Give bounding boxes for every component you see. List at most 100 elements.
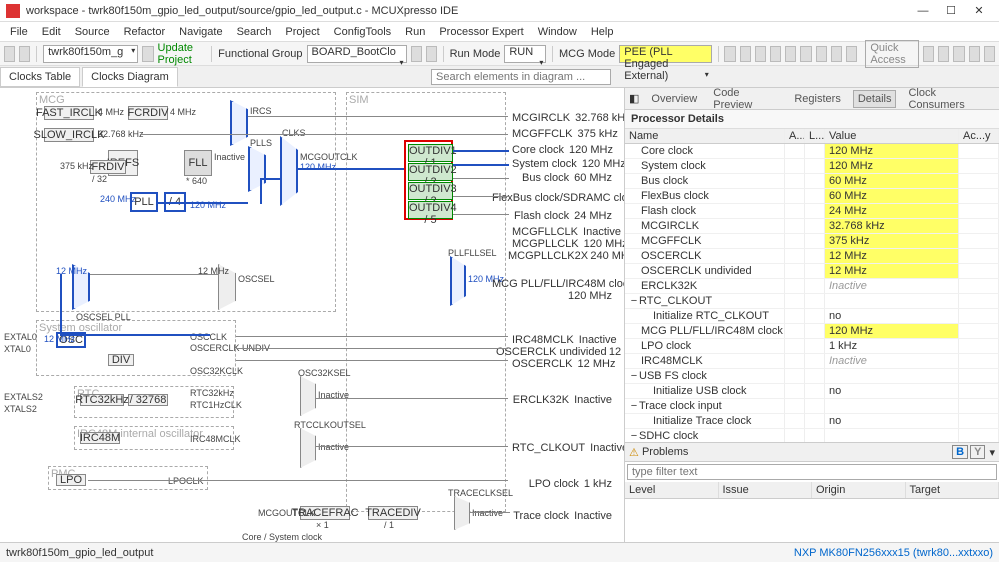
nav-code[interactable]: Code Preview [709, 85, 782, 113]
menu-source[interactable]: Source [69, 24, 116, 40]
block-fast-irclk[interactable]: FAST_IRCLK [44, 106, 94, 120]
table-row[interactable]: −USB FS clock [625, 369, 999, 384]
table-row[interactable]: FlexBus clock60 MHz [625, 189, 999, 204]
expand-icon[interactable]: − [629, 400, 639, 412]
fgroup-combo[interactable]: BOARD_BootClo [307, 45, 407, 63]
problems-btn-y[interactable]: Y [970, 445, 985, 459]
nav-consumers[interactable]: Clock Consumers [904, 85, 995, 113]
nav-details[interactable]: Details [853, 90, 897, 108]
menu-project[interactable]: Project [279, 24, 325, 40]
expand-icon[interactable]: − [629, 370, 639, 382]
toolbar-btn[interactable] [800, 46, 811, 62]
toolbar-btn[interactable] [846, 46, 857, 62]
project-combo[interactable]: twrk80f150m_g [43, 45, 138, 63]
toolbar-btn[interactable] [411, 46, 422, 62]
quick-access[interactable]: Quick Access [865, 40, 919, 68]
menu-file[interactable]: File [4, 24, 34, 40]
main-area: MCG SIM FAST_IRCLK 4 MHz FCRDIV 4 MHz SL… [0, 88, 999, 542]
toolbar-btn[interactable] [426, 46, 437, 62]
close-button[interactable]: ✕ [965, 4, 993, 17]
block-slow-irclk[interactable]: SLOW_IRCLK [44, 128, 94, 142]
perspective-btn[interactable] [969, 46, 980, 62]
diagram-search[interactable] [431, 69, 611, 85]
minimize-button[interactable]: — [909, 5, 937, 17]
expand-icon[interactable]: − [629, 295, 639, 307]
block-fll[interactable]: FLL [184, 150, 212, 176]
runmode-combo[interactable]: RUN [504, 45, 546, 63]
toolbar-btn[interactable] [770, 46, 781, 62]
table-row[interactable]: Flash clock24 MHz [625, 204, 999, 219]
menu-help[interactable]: Help [585, 24, 620, 40]
nav-overview[interactable]: Overview [647, 91, 701, 107]
mcgmode-combo[interactable]: PEE (PLL Engaged External) [619, 45, 711, 63]
toolbar-btn[interactable] [19, 46, 30, 62]
menu-window[interactable]: Window [532, 24, 583, 40]
outdiv3[interactable]: OUTDIV3/ 2 [408, 182, 453, 200]
status-left: twrk80f150m_gpio_led_output [6, 547, 153, 559]
outdiv1[interactable]: OUTDIV1/ 1 [408, 144, 453, 162]
details-table[interactable]: Name A... L... Value Ac...y Core clock12… [625, 129, 999, 442]
table-row[interactable]: −Trace clock input [625, 399, 999, 414]
table-row[interactable]: MCG PLL/FLL/IRC48M clock120 MHz [625, 324, 999, 339]
mux-rtcclkoutsel[interactable] [300, 428, 316, 468]
block-div[interactable]: DIV [108, 354, 134, 366]
table-row[interactable]: Initialize USB clockno [625, 384, 999, 399]
mux-osc32ksel[interactable] [300, 376, 316, 416]
table-row[interactable]: −RTC_CLKOUT [625, 294, 999, 309]
maximize-button[interactable]: ☐ [937, 4, 965, 17]
block-lpo[interactable]: LPO [56, 474, 86, 486]
toolbar-btn[interactable] [755, 46, 766, 62]
perspective-btn[interactable] [923, 46, 934, 62]
out-bus: Bus clock 60 MHz [512, 172, 612, 184]
expand-icon[interactable]: − [629, 430, 639, 442]
block-rtc-div[interactable]: / 32768 [128, 394, 168, 406]
table-row[interactable]: MCGFFCLK375 kHz [625, 234, 999, 249]
tab-clocks-diagram[interactable]: Clocks Diagram [82, 67, 178, 87]
menu-configtools[interactable]: ConfigTools [328, 24, 397, 40]
perspective-btn[interactable] [953, 46, 964, 62]
table-row[interactable]: OSCERCLK12 MHz [625, 249, 999, 264]
outdiv4[interactable]: OUTDIV4/ 5 [408, 201, 453, 219]
table-row[interactable]: LPO clock1 kHz [625, 339, 999, 354]
menu-edit[interactable]: Edit [36, 24, 67, 40]
menu-pex[interactable]: Processor Expert [433, 24, 529, 40]
menu-navigate[interactable]: Navigate [173, 24, 228, 40]
toolbar-btn[interactable] [4, 46, 15, 62]
block-irc48m[interactable]: IRC48M [80, 432, 120, 444]
nav-registers[interactable]: Registers [790, 91, 844, 107]
toolbar-btn[interactable] [740, 46, 751, 62]
table-row[interactable]: Core clock120 MHz [625, 144, 999, 159]
table-row[interactable]: System clock120 MHz [625, 159, 999, 174]
tab-clocks-table[interactable]: Clocks Table [0, 67, 80, 87]
problems-btn-b[interactable]: B [952, 445, 968, 459]
clocks-diagram[interactable]: MCG SIM FAST_IRCLK 4 MHz FCRDIV 4 MHz SL… [0, 88, 624, 542]
problems-menu-icon[interactable]: ▾ [989, 446, 995, 459]
block-tracediv[interactable]: TRACEDIV [368, 506, 418, 520]
toolbar-btn[interactable] [831, 46, 842, 62]
perspective-btn[interactable] [938, 46, 949, 62]
block-frdiv[interactable]: FRDIV [90, 160, 126, 174]
block-rtc32khz[interactable]: RTC32kHz [80, 394, 124, 406]
update-project-button[interactable]: Update Project [158, 42, 206, 66]
table-row[interactable]: −SDHC clock [625, 429, 999, 442]
menu-search[interactable]: Search [231, 24, 278, 40]
toolbar-btn[interactable] [724, 46, 735, 62]
table-row[interactable]: ERCLK32KInactive [625, 279, 999, 294]
outdiv2[interactable]: OUTDIV2/ 2 [408, 163, 453, 181]
toolbar-btn[interactable] [142, 46, 153, 62]
status-right[interactable]: NXP MK80FN256xxx15 (twrk80...xxtxxo) [794, 547, 993, 559]
table-row[interactable]: OSCERCLK undivided12 MHz [625, 264, 999, 279]
toolbar-btn[interactable] [785, 46, 796, 62]
menu-refactor[interactable]: Refactor [118, 24, 172, 40]
menu-run[interactable]: Run [399, 24, 431, 40]
block-fcrdiv[interactable]: FCRDIV [128, 106, 168, 120]
table-row[interactable]: Initialize Trace clockno [625, 414, 999, 429]
perspective-btn[interactable] [984, 46, 995, 62]
table-row[interactable]: IRC48MCLKInactive [625, 354, 999, 369]
problems-title[interactable]: Problems [642, 446, 688, 458]
table-row[interactable]: Bus clock60 MHz [625, 174, 999, 189]
toolbar-btn[interactable] [816, 46, 827, 62]
table-row[interactable]: Initialize RTC_CLKOUTno [625, 309, 999, 324]
table-row[interactable]: MCGIRCLK32.768 kHz [625, 219, 999, 234]
problems-filter[interactable] [627, 464, 997, 480]
